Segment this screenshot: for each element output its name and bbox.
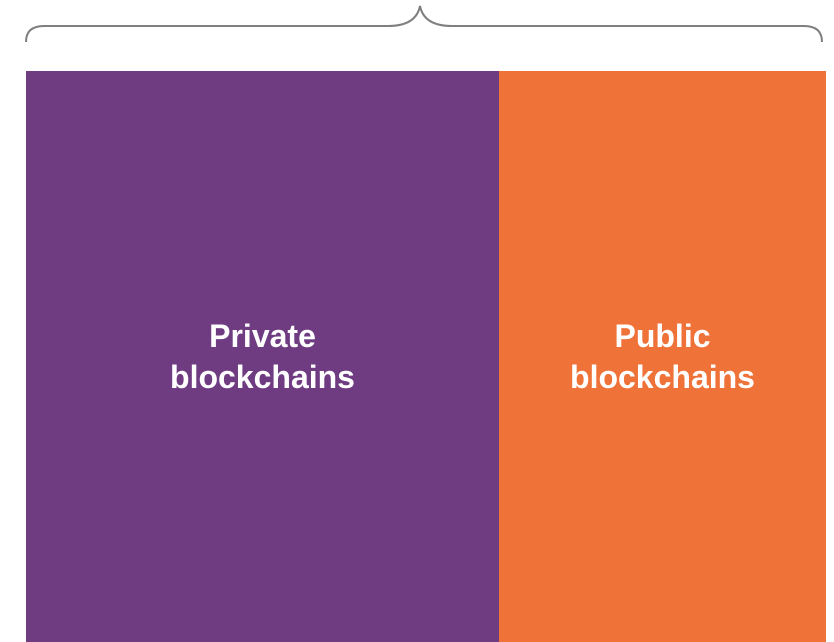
brace-path [25, 5, 823, 43]
private-blockchains-panel: Private blockchains [26, 71, 499, 642]
public-blockchains-label: Public blockchains [570, 317, 755, 395]
private-blockchains-label: Private blockchains [170, 317, 355, 395]
curly-brace [25, 5, 823, 43]
public-blockchains-panel: Public blockchains [499, 71, 826, 642]
